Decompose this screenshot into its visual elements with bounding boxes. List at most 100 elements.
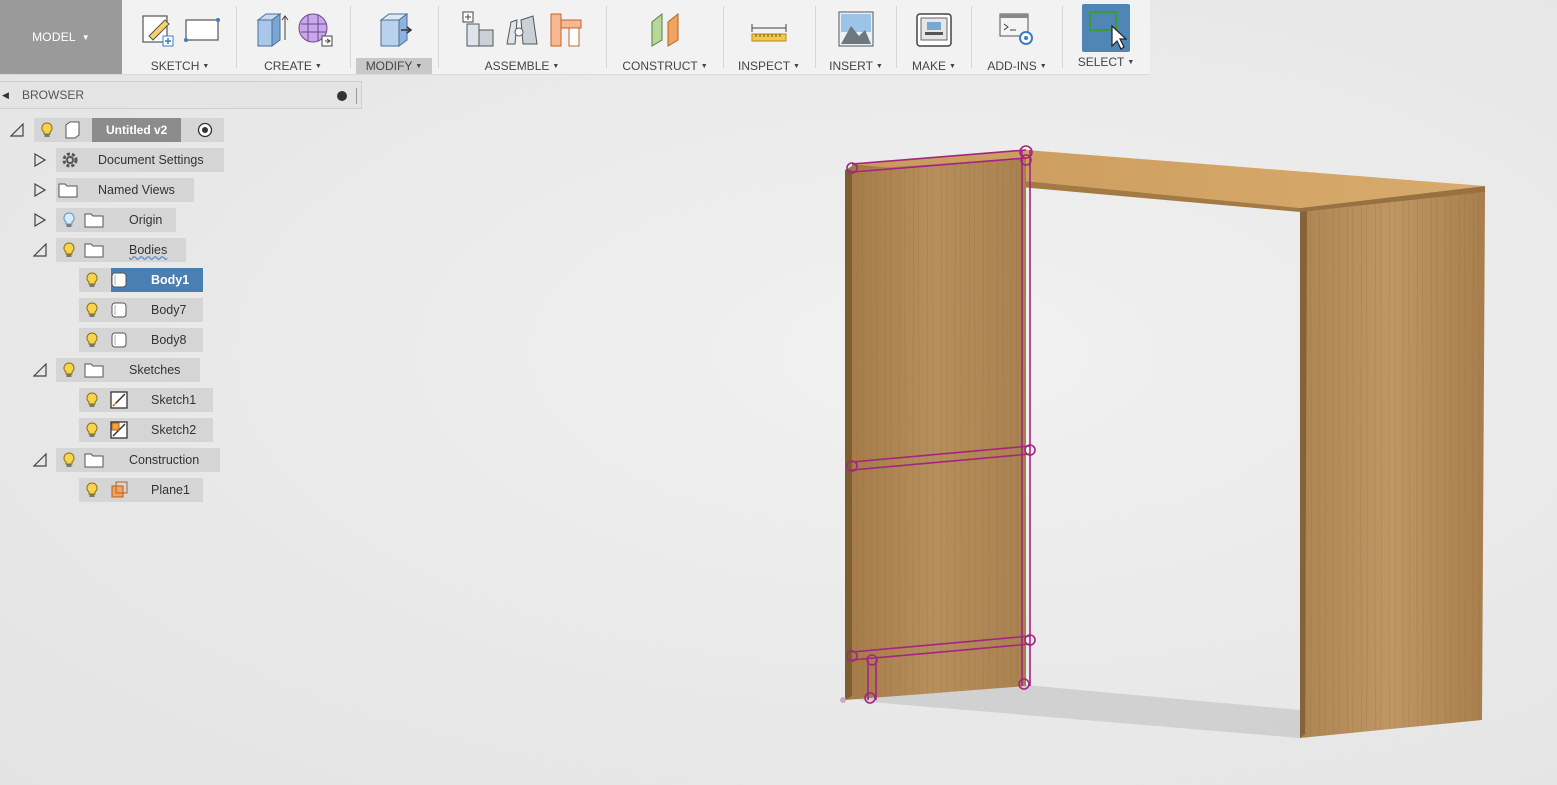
collapse-triangle-icon[interactable]: [33, 453, 47, 467]
inspect-group: INSPECT ▼: [726, 0, 812, 74]
folder-icon: [84, 363, 104, 378]
toolbar: MODEL ▼ SKETCH ▼ CREATE ▼ MODIFY ▼ ASSEM…: [0, 0, 1150, 75]
collapse-panel-icon[interactable]: ◀: [2, 90, 16, 101]
sketch-group: SKETCH ▼: [128, 0, 232, 74]
modify-group: MODIFY ▼: [352, 0, 436, 74]
tree-item-document-settings[interactable]: Document Settings: [56, 148, 224, 172]
as-built-joint-icon[interactable]: [547, 10, 585, 48]
select-group: SELECT ▼: [1066, 0, 1146, 74]
joint-icon[interactable]: [503, 10, 541, 48]
construct-menu[interactable]: CONSTRUCT ▼: [612, 58, 717, 74]
tree-item-origin[interactable]: Origin: [56, 208, 176, 232]
measure-icon[interactable]: [750, 10, 788, 48]
separator: [971, 6, 972, 68]
expand-triangle-icon[interactable]: [33, 183, 47, 197]
visibility-bulb-icon[interactable]: [83, 301, 101, 319]
separator: [815, 6, 816, 68]
separator: [723, 6, 724, 68]
visibility-bulb-icon[interactable]: [83, 331, 101, 349]
expand-triangle-icon[interactable]: [33, 153, 47, 167]
visibility-bulb-icon[interactable]: [38, 121, 56, 139]
create-group: CREATE ▼: [240, 0, 346, 74]
visibility-bulb-icon[interactable]: [60, 361, 78, 379]
create-sketch-icon[interactable]: [139, 10, 177, 48]
new-component-icon[interactable]: [459, 10, 497, 48]
model-viewport[interactable]: [700, 120, 1557, 760]
collapse-triangle-icon[interactable]: [33, 243, 47, 257]
insert-menu[interactable]: INSERT ▼: [819, 58, 893, 74]
addins-group: ADD-INS ▼: [974, 0, 1060, 74]
sketch-menu[interactable]: SKETCH ▼: [141, 58, 220, 74]
collapse-triangle-icon[interactable]: [10, 123, 24, 137]
tree-item-sketches[interactable]: Sketches: [56, 358, 200, 382]
make-menu[interactable]: MAKE ▼: [902, 58, 966, 74]
separator: [606, 6, 607, 68]
select-cursor-icon[interactable]: [1082, 4, 1130, 52]
separator: [236, 6, 237, 68]
tree-item-body1[interactable]: Body1: [79, 268, 203, 292]
visibility-bulb-icon[interactable]: [60, 241, 78, 259]
construct-group: CONSTRUCT ▼: [610, 0, 720, 74]
plane-icon: [111, 481, 128, 498]
folder-icon: [84, 243, 104, 258]
origin-point: [840, 697, 846, 703]
body-icon: [111, 272, 127, 288]
sketch-icon: [110, 421, 128, 439]
extrude-icon[interactable]: [252, 10, 290, 48]
collapse-triangle-icon[interactable]: [33, 363, 47, 377]
3d-print-icon[interactable]: [915, 10, 953, 48]
assemble-group: ASSEMBLE ▼: [442, 0, 602, 74]
browser-title: BROWSER: [22, 88, 85, 102]
make-group: MAKE ▼: [898, 0, 970, 74]
separator: [896, 6, 897, 68]
visibility-bulb-icon[interactable]: [83, 481, 101, 499]
offset-plane-icon[interactable]: [646, 10, 684, 48]
visibility-bulb-icon[interactable]: [83, 391, 101, 409]
activate-radio-icon[interactable]: [197, 122, 213, 138]
root-label: Untitled v2: [92, 118, 182, 142]
tree-item-body7[interactable]: Body7: [79, 298, 203, 322]
tree-item-named-views[interactable]: Named Views: [56, 178, 194, 202]
inspect-menu[interactable]: INSPECT ▼: [728, 58, 810, 74]
pin-icon[interactable]: [337, 91, 347, 101]
visibility-bulb-icon[interactable]: [83, 271, 101, 289]
select-menu[interactable]: SELECT ▼: [1068, 54, 1145, 70]
modify-menu[interactable]: MODIFY ▼: [355, 58, 433, 74]
folder-icon: [58, 183, 78, 198]
assemble-menu[interactable]: ASSEMBLE ▼: [475, 58, 570, 74]
chevron-down-icon: ▼: [81, 32, 90, 42]
tree-item-body8[interactable]: Body8: [79, 328, 203, 352]
form-icon[interactable]: [296, 10, 334, 48]
tree-item-sketch1[interactable]: Sketch1: [79, 388, 213, 412]
insert-group: INSERT ▼: [818, 0, 894, 74]
folder-icon: [84, 453, 104, 468]
separator: [438, 6, 439, 68]
press-pull-icon[interactable]: [375, 10, 413, 48]
expand-triangle-icon[interactable]: [33, 213, 47, 227]
folder-icon: [84, 213, 104, 228]
insert-image-icon[interactable]: [837, 10, 875, 48]
sketch-icon: [110, 391, 128, 409]
create-menu[interactable]: CREATE ▼: [254, 58, 332, 74]
workspace-label: MODEL: [32, 30, 76, 44]
tree-item-sketch2[interactable]: Sketch2: [79, 418, 213, 442]
tree-item-plane1[interactable]: Plane1: [79, 478, 203, 502]
document-icon: [65, 121, 80, 139]
tree-root-item[interactable]: Untitled v2: [34, 118, 224, 142]
right-leg-body[interactable]: [1300, 192, 1485, 738]
visibility-bulb-off-icon[interactable]: [60, 211, 78, 229]
tree-item-construction[interactable]: Construction: [56, 448, 220, 472]
resize-grip[interactable]: [356, 88, 359, 104]
addins-menu[interactable]: ADD-INS ▼: [977, 58, 1056, 74]
browser-header: ◀ BROWSER: [0, 81, 362, 109]
body-icon: [111, 302, 127, 318]
rectangle-icon[interactable]: [183, 10, 221, 48]
left-leg-body[interactable]: [845, 158, 1026, 700]
visibility-bulb-icon[interactable]: [60, 451, 78, 469]
tree-item-bodies[interactable]: Bodies: [56, 238, 186, 262]
scripts-addins-icon[interactable]: [998, 10, 1036, 48]
workspace-switcher-button[interactable]: MODEL ▼: [0, 0, 122, 74]
gear-icon: [62, 152, 78, 168]
separator: [350, 6, 351, 68]
visibility-bulb-icon[interactable]: [83, 421, 101, 439]
